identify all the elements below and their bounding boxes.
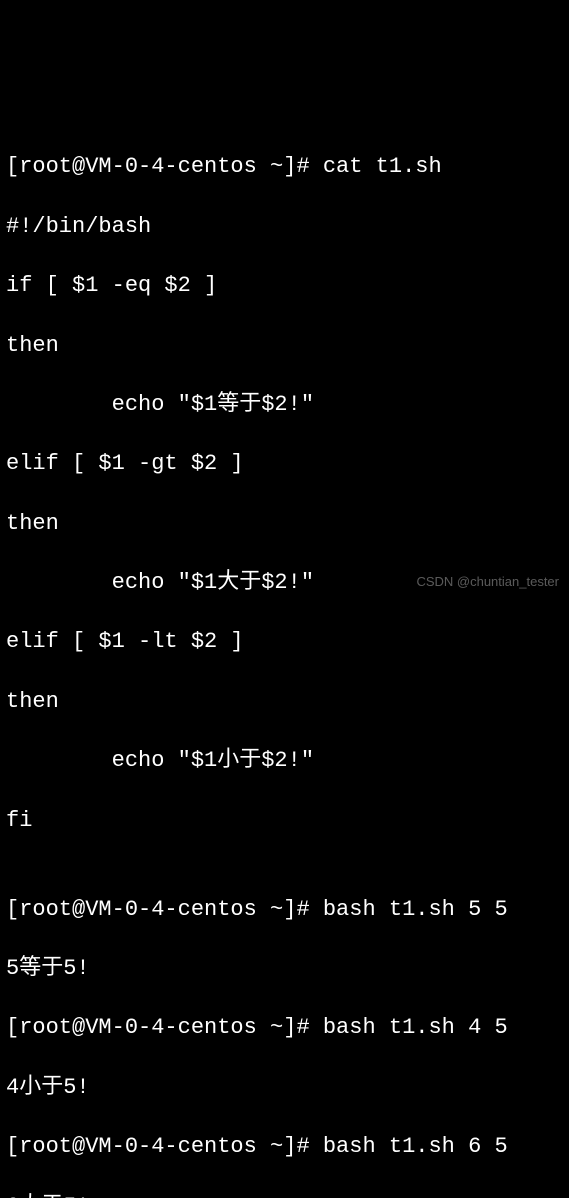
terminal-line: 4小于5! xyxy=(6,1073,563,1103)
terminal-line: [root@VM-0-4-centos ~]# bash t1.sh 6 5 xyxy=(6,1132,563,1162)
terminal-line: [root@VM-0-4-centos ~]# bash t1.sh 5 5 xyxy=(6,895,563,925)
terminal-line: if [ $1 -eq $2 ] xyxy=(6,271,563,301)
terminal-line: 6大于5! xyxy=(6,1192,563,1198)
terminal-line: then xyxy=(6,687,563,717)
terminal-line: then xyxy=(6,509,563,539)
terminal-line: #!/bin/bash xyxy=(6,212,563,242)
terminal-line: 5等于5! xyxy=(6,954,563,984)
terminal-line: echo "$1小于$2!" xyxy=(6,746,563,776)
watermark: CSDN @chuntian_tester xyxy=(416,573,559,591)
terminal-output: [root@VM-0-4-centos ~]# cat t1.sh #!/bin… xyxy=(6,123,563,1198)
terminal-line: elif [ $1 -gt $2 ] xyxy=(6,449,563,479)
terminal-line: echo "$1等于$2!" xyxy=(6,390,563,420)
terminal-line: then xyxy=(6,331,563,361)
terminal-line: elif [ $1 -lt $2 ] xyxy=(6,627,563,657)
terminal-line: [root@VM-0-4-centos ~]# cat t1.sh xyxy=(6,152,563,182)
terminal-line: [root@VM-0-4-centos ~]# bash t1.sh 4 5 xyxy=(6,1013,563,1043)
terminal-line: fi xyxy=(6,806,563,836)
